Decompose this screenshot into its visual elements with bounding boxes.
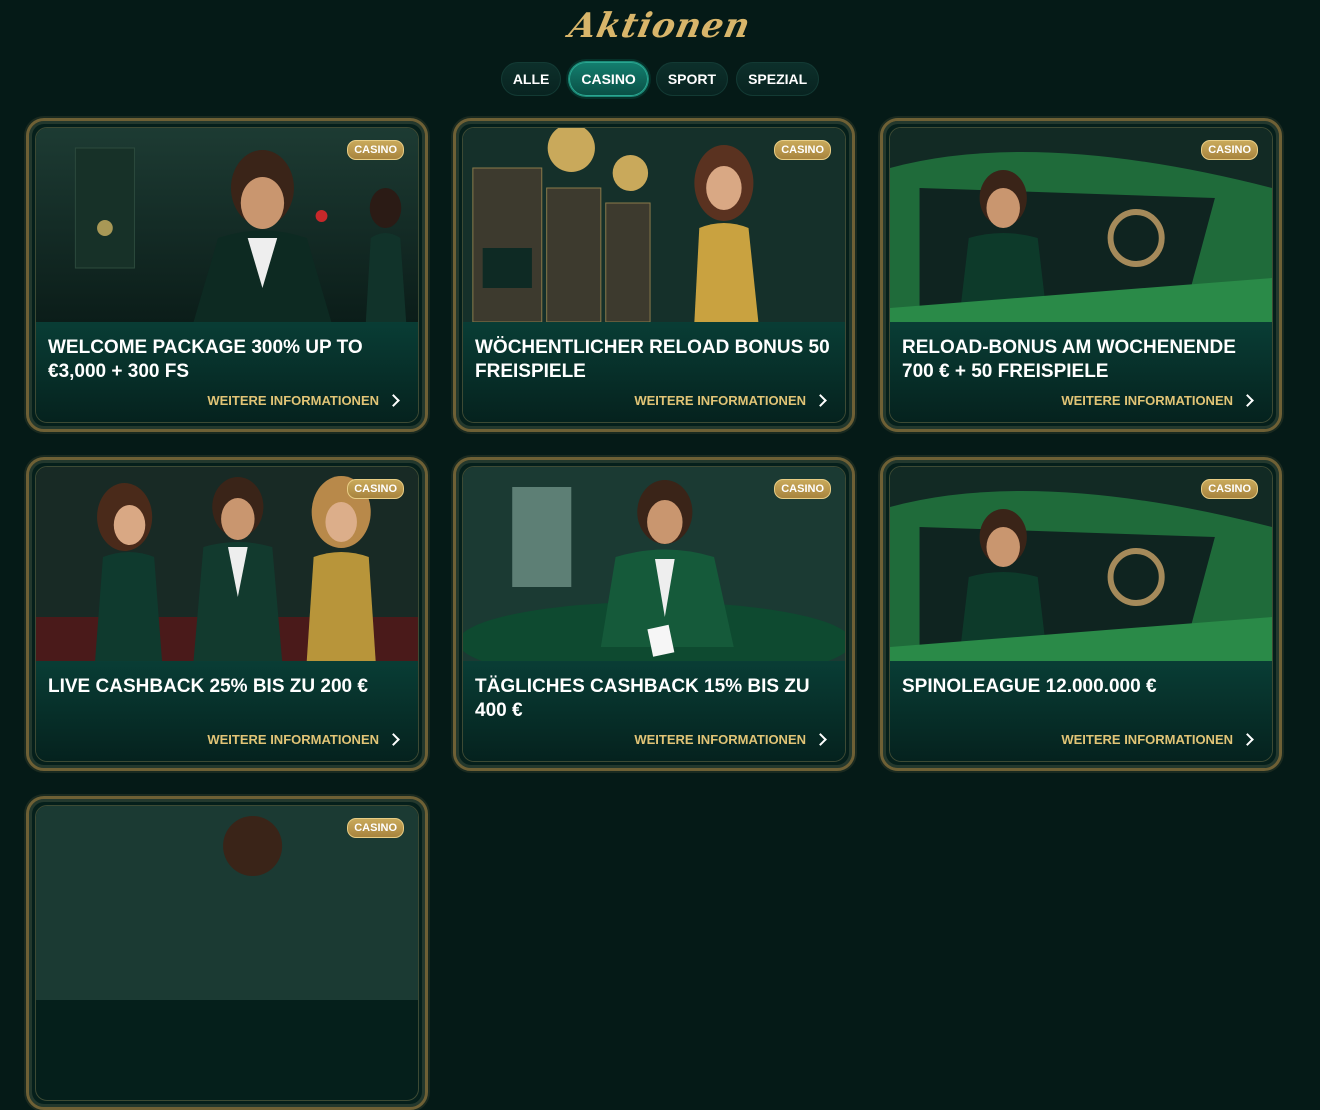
promo-card-daily-cashback[interactable]: CASINO TÄGLICHES CASHBACK 15% BIS ZU 400…	[453, 457, 855, 771]
page-title: Aktionen	[565, 6, 755, 46]
tab-casino[interactable]: CASINO	[569, 62, 648, 96]
more-info-label: WEITERE INFORMATIONEN	[207, 732, 379, 747]
category-badge: CASINO	[774, 140, 831, 160]
more-info-label: WEITERE INFORMATIONEN	[634, 393, 806, 408]
chevron-right-icon	[1241, 733, 1254, 746]
more-info-label: WEITERE INFORMATIONEN	[207, 393, 379, 408]
more-info-label: WEITERE INFORMATIONEN	[1061, 393, 1233, 408]
card-body: TÄGLICHES CASHBACK 15% BIS ZU 400 € WEIT…	[463, 661, 845, 761]
category-badge: CASINO	[1201, 140, 1258, 160]
chevron-right-icon	[387, 394, 400, 407]
chevron-right-icon	[387, 733, 400, 746]
filter-tabs: ALLE CASINO SPORT SPEZIAL	[0, 62, 1320, 96]
tab-sport[interactable]: SPORT	[655, 62, 729, 96]
card-body: RELOAD-BONUS AM WOCHENENDE 700 € + 50 FR…	[890, 322, 1272, 422]
category-badge: CASINO	[1201, 479, 1258, 499]
more-info-label: WEITERE INFORMATIONEN	[634, 732, 806, 747]
category-badge: CASINO	[347, 818, 404, 838]
promo-card-live-cashback[interactable]: CASINO LIVE CASHBACK 25% BIS ZU 200 € WE…	[26, 457, 428, 771]
tab-spezial[interactable]: SPEZIAL	[736, 62, 820, 96]
category-badge: CASINO	[774, 479, 831, 499]
card-body: LIVE CASHBACK 25% BIS ZU 200 € WEITERE I…	[36, 661, 418, 761]
more-info-link[interactable]: WEITERE INFORMATIONEN	[634, 393, 829, 408]
promo-card-spinoleague[interactable]: CASINO SPINOLEAGUE 12.000.000 € WEITERE …	[880, 457, 1282, 771]
promo-card-weekend-reload[interactable]: CASINO RELOAD-BONUS AM WOCHENENDE 700 € …	[880, 118, 1282, 432]
chevron-right-icon	[1241, 394, 1254, 407]
promo-card-partial[interactable]: CASINO	[26, 796, 428, 1110]
card-body: SPINOLEAGUE 12.000.000 € WEITERE INFORMA…	[890, 661, 1272, 761]
promo-title: SPINOLEAGUE 12.000.000 €	[902, 676, 1157, 697]
promo-title: LIVE CASHBACK 25% BIS ZU 200 €	[48, 676, 368, 697]
category-badge: CASINO	[347, 479, 404, 499]
more-info-link[interactable]: WEITERE INFORMATIONEN	[207, 732, 402, 747]
promo-card-welcome[interactable]: CASINO WELCOME PACKAGE 300% UP TO €3,000…	[26, 118, 428, 432]
promo-title: WÖCHENTLICHER RELOAD BONUS 50 FREISPIELE	[475, 337, 830, 382]
more-info-link[interactable]: WEITERE INFORMATIONEN	[634, 732, 829, 747]
more-info-label: WEITERE INFORMATIONEN	[1061, 732, 1233, 747]
more-info-link[interactable]: WEITERE INFORMATIONEN	[1061, 732, 1256, 747]
promo-title: TÄGLICHES CASHBACK 15% BIS ZU 400 €	[475, 676, 810, 721]
promo-card-weekly-reload[interactable]: CASINO WÖCHENTLICHER RELOAD BONUS 50 FRE…	[453, 118, 855, 432]
promo-title: WELCOME PACKAGE 300% UP TO €3,000 + 300 …	[48, 337, 363, 382]
tab-alle[interactable]: ALLE	[500, 62, 562, 96]
more-info-link[interactable]: WEITERE INFORMATIONEN	[207, 393, 402, 408]
card-body: WÖCHENTLICHER RELOAD BONUS 50 FREISPIELE…	[463, 322, 845, 422]
card-body: WELCOME PACKAGE 300% UP TO €3,000 + 300 …	[36, 322, 418, 422]
chevron-right-icon	[814, 394, 827, 407]
promo-title: RELOAD-BONUS AM WOCHENENDE 700 € + 50 FR…	[902, 337, 1236, 382]
category-badge: CASINO	[347, 140, 404, 160]
more-info-link[interactable]: WEITERE INFORMATIONEN	[1061, 393, 1256, 408]
chevron-right-icon	[814, 733, 827, 746]
